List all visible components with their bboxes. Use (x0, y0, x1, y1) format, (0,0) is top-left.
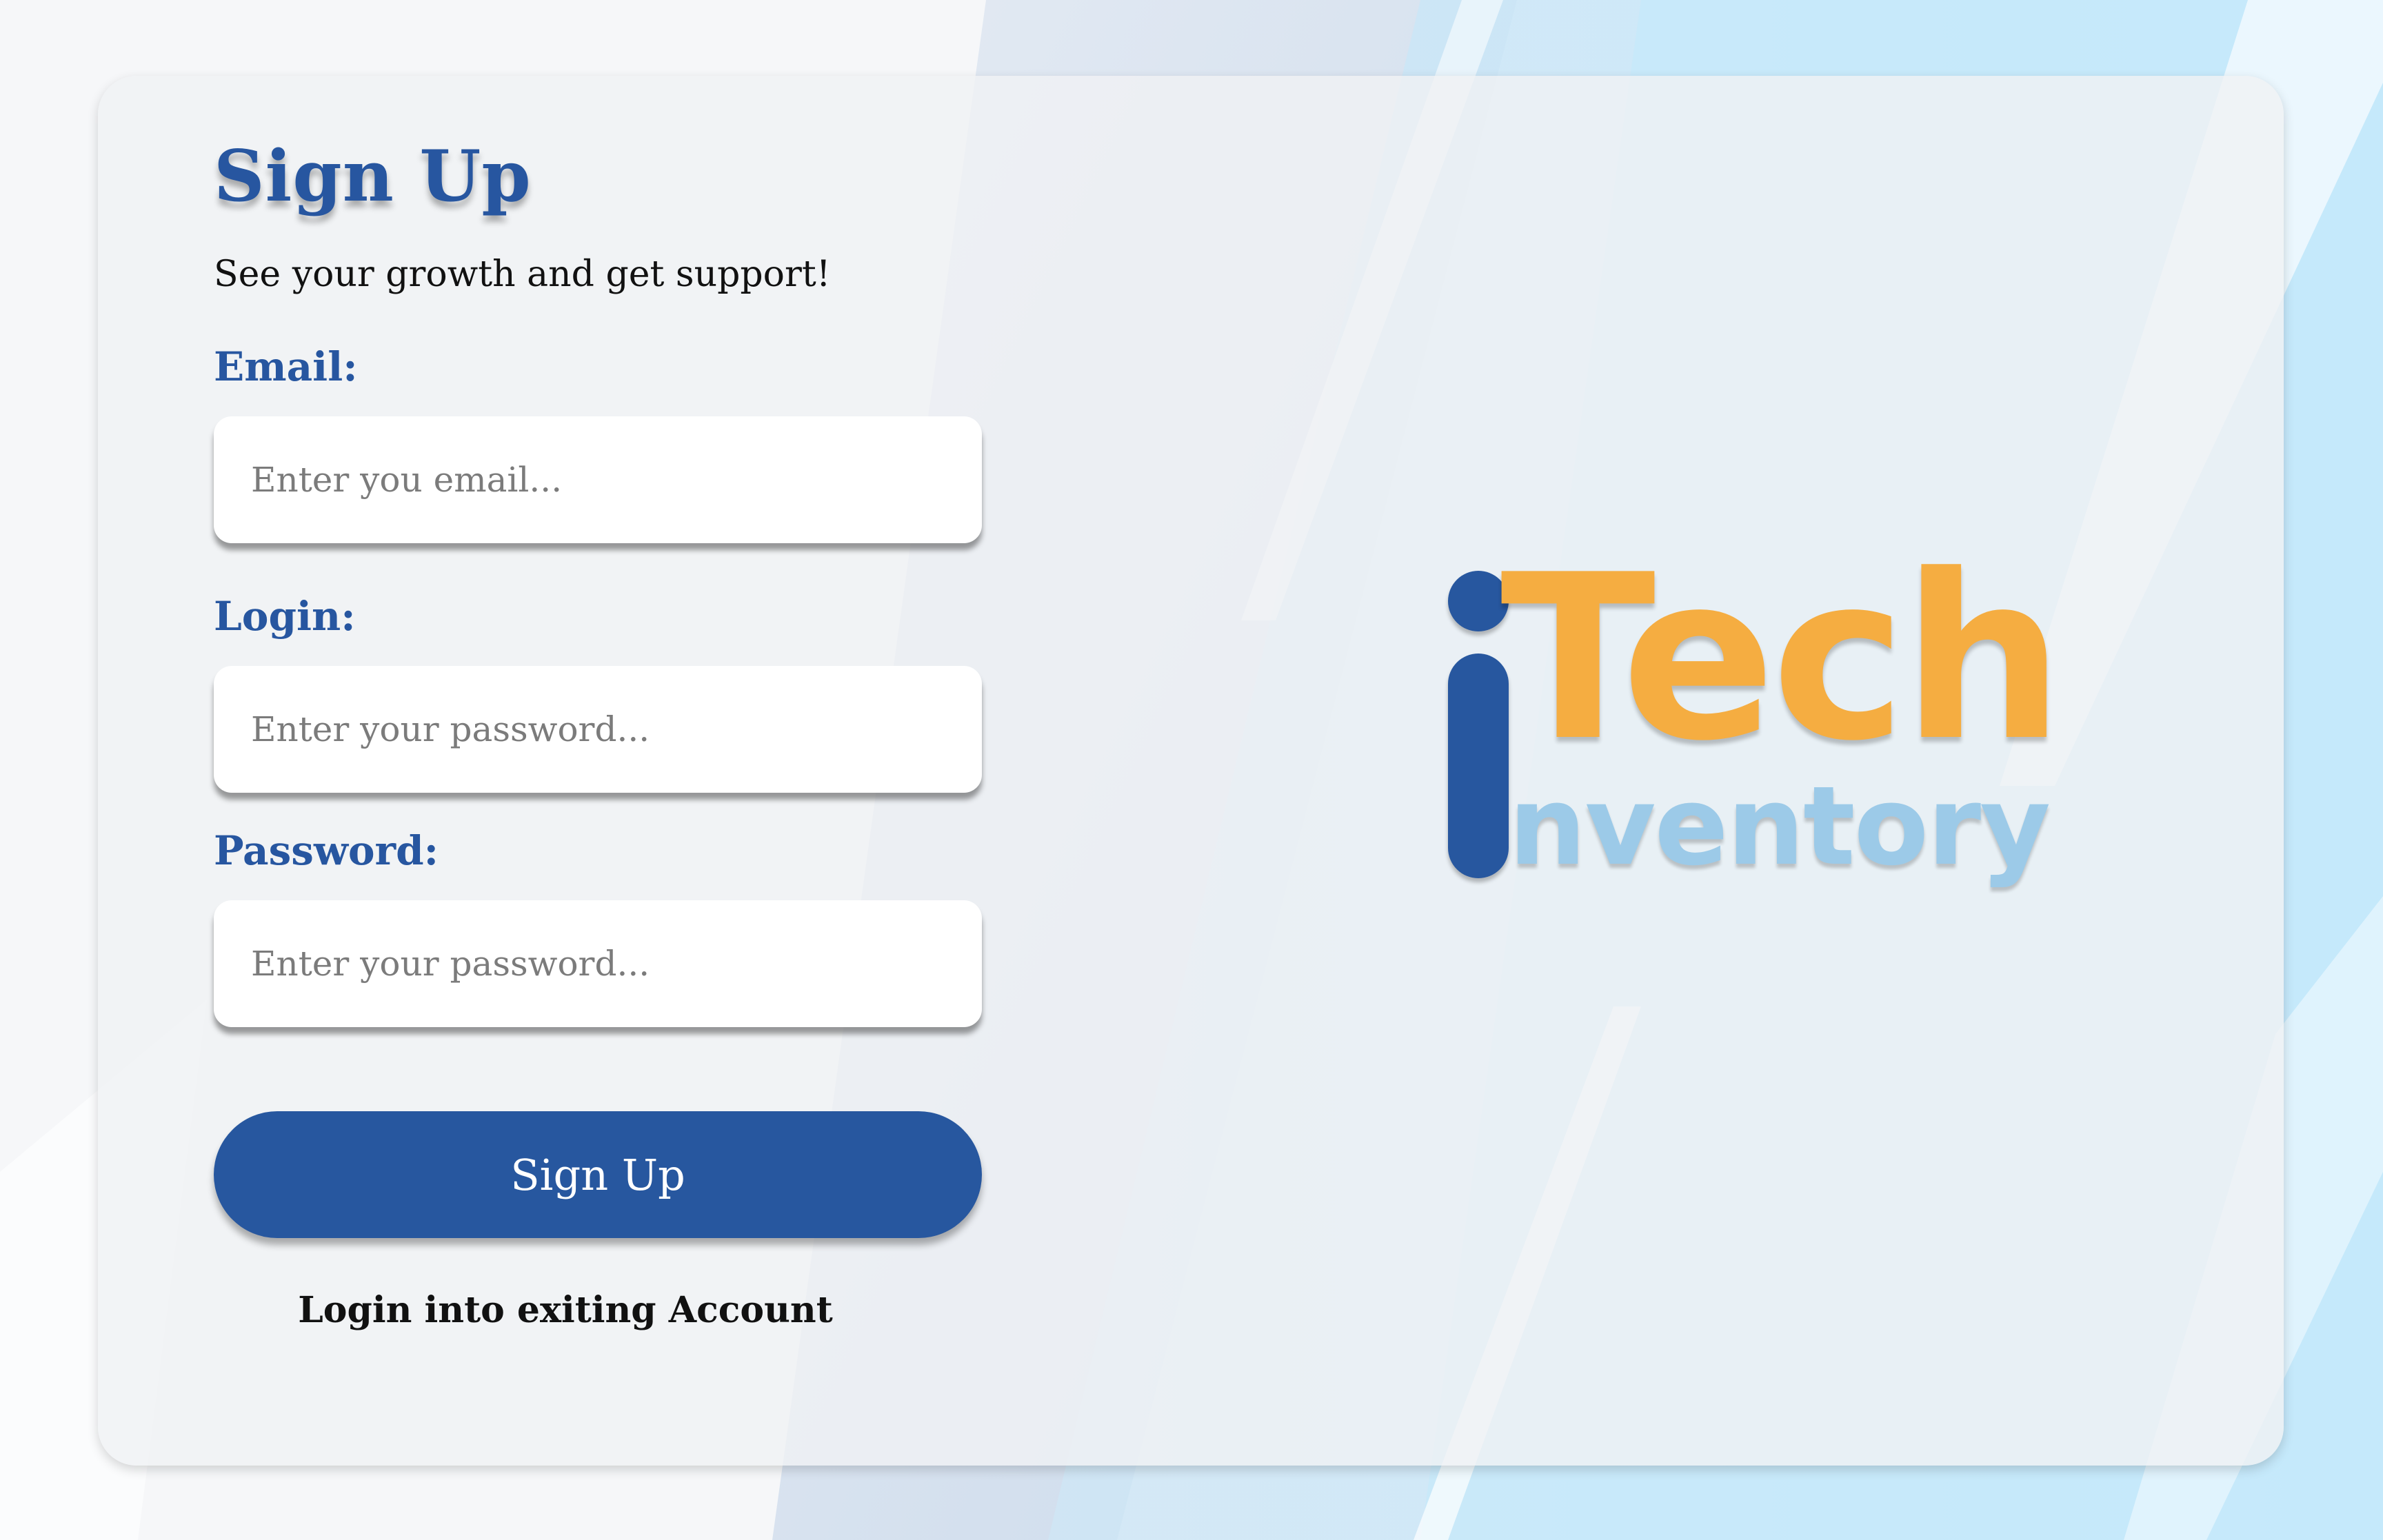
logo-inventory-text: nventory (1509, 763, 2051, 890)
sign-up-button[interactable]: Sign Up (214, 1111, 982, 1238)
login-existing-account-link[interactable]: Login into exiting Account (214, 1289, 917, 1331)
logo-i-dot-icon (1448, 571, 1509, 631)
email-label: Email: (214, 343, 358, 390)
email-field[interactable] (214, 416, 982, 543)
login-field[interactable] (214, 666, 982, 793)
page-title: Sign Up (214, 135, 532, 218)
logo-tech-text: Tech (1500, 526, 2064, 791)
password-field[interactable] (214, 900, 982, 1027)
login-label: Login: (214, 593, 356, 640)
password-label: Password: (214, 827, 439, 874)
logo-i-stem-icon (1448, 654, 1509, 878)
itech-inventory-logo: Tech nventory (1434, 545, 2096, 924)
page-subtitle: See your growth and get support! (214, 254, 831, 295)
